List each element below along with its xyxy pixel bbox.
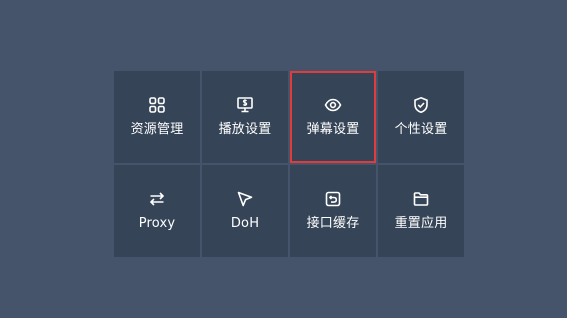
eye-icon (324, 96, 342, 114)
cursor-icon (236, 190, 254, 208)
menu-item-label: Proxy (138, 216, 176, 231)
menu-item-interface-cache[interactable]: 接口缓存 (290, 165, 376, 257)
menu-item-proxy[interactable]: Proxy (114, 165, 200, 257)
folder-icon (412, 190, 430, 208)
menu-item-label: DoH (230, 216, 260, 231)
menu-item-danmaku-settings[interactable]: 弹幕设置 (290, 71, 376, 163)
undo-box-icon (324, 190, 342, 208)
menu-item-label: 个性设置 (394, 122, 448, 137)
menu-item-playback-settings[interactable]: 播放设置 (202, 71, 288, 163)
menu-item-personal-settings[interactable]: 个性设置 (378, 71, 464, 163)
swap-arrows-icon (148, 190, 166, 208)
menu-item-label: 播放设置 (218, 122, 272, 137)
menu-item-label: 弹幕设置 (306, 122, 360, 137)
settings-menu-grid: 资源管理 播放设置 弹幕设置 个性设置 Proxy DoH 接口缓存 重置应用 (114, 71, 464, 259)
menu-item-label: 接口缓存 (306, 216, 360, 231)
shield-check-icon (412, 96, 430, 114)
monitor-dollar-icon (236, 96, 254, 114)
menu-item-resource-management[interactable]: 资源管理 (114, 71, 200, 163)
menu-item-reset-app[interactable]: 重置应用 (378, 165, 464, 257)
menu-item-doh[interactable]: DoH (202, 165, 288, 257)
menu-item-label: 资源管理 (130, 122, 184, 137)
menu-item-label: 重置应用 (394, 216, 448, 231)
grid-icon (148, 96, 166, 114)
